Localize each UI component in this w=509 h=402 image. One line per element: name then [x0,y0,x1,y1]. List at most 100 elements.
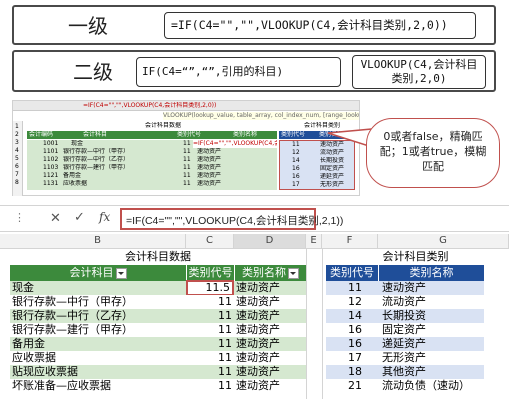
cell: 速动资产 [197,172,222,179]
table-row: 17 无形资产 [280,181,356,189]
account-cell: 现金 [12,281,34,294]
small-title-left: 会计科目数据 [144,122,181,129]
cell: 速动资产 [197,148,222,155]
code-cell: 12 [348,295,362,308]
table-row[interactable]: 16 固定资产 [326,323,484,337]
table-row[interactable]: 12 流动资产 [326,295,484,309]
code-cell: 11 [218,337,232,350]
name-box-dropdown-icon[interactable]: ⋮ [14,211,25,224]
code-cell: 11 [218,351,232,364]
cell: 11 [292,141,300,148]
cell: 1131 [43,180,59,187]
level1-formula: =IF(C4="","",VLOOKUP(C4,会计科目类别,2,0)) [164,12,476,39]
level1-panel: 一级 =IF(C4="","",VLOOKUP(C4,会计科目类别,2,0)) [12,5,496,45]
cell: 无形资产 [320,181,345,188]
cell: 1102 [43,156,59,163]
confirm-icon[interactable]: ✓ [74,210,85,225]
fx-icon[interactable]: fx [99,210,110,224]
row-number: 2 [15,131,19,138]
column-header-g[interactable]: G [378,234,509,249]
cell: 11 [183,140,191,147]
small-header: 类别代号 [281,131,306,138]
column-header-d[interactable]: D [234,234,306,249]
code-cell: 11 [218,365,232,378]
small-body-left: 1001 现金 11 =IF(C4="","",VLOOKUP(C4,会计科目类… [27,140,277,190]
callout-text: 0或者false，精确匹配；1或者true，模糊匹配 [379,130,487,173]
table-row[interactable]: 坏账准备—应收票据 11 速动资产 [10,379,306,393]
name-cell: 速动资产 [236,281,280,294]
account-cell: 银行存款—中行（甲存） [12,295,133,308]
account-cell: 贴现应收票据 [12,365,78,378]
cell: 14 [292,157,300,164]
code-cell: 16 [348,323,362,336]
level1-title: 一级 [68,14,108,38]
table-row[interactable]: 备用金 11 速动资产 [10,337,306,351]
table-row[interactable]: 14 长期投资 [326,309,484,323]
cell: 银行存款—建行（甲存） [63,164,130,171]
column-header-c[interactable]: C [186,234,234,249]
cell-formula: =IF(C4="","",VLOOKUP(C4,会计科目类别,2,0)) [193,140,277,148]
small-tooltip: VLOOKUP(lookup_value, table_array, col_i… [163,112,359,120]
row-number: 4 [15,147,19,154]
account-cell: 备用金 [12,337,45,350]
name-cell: 速动资产 [236,365,280,378]
code-cell: 11 [218,379,232,392]
name-cell: 速动资产 [236,323,280,336]
code-cell: 21 [348,379,362,392]
header-label: 类别名称 [242,266,286,279]
code-cell-selected[interactable]: 11.5 [186,280,234,296]
name-cell: 速动资产 [236,337,280,350]
cell: 速动资产 [197,156,222,163]
cell: 长期投资 [320,157,345,164]
table-row[interactable]: 银行存款—建行（甲存） 11 速动资产 [10,323,306,337]
small-header: 类别代号 [177,131,202,138]
header-label: 会计科目 [69,266,114,279]
table-row[interactable]: 11 速动资产 [326,281,484,295]
name-cell: 流动资产 [382,295,426,308]
name-cell: 递延资产 [382,337,426,350]
header-category-name: 类别名称 [234,265,306,281]
cell: 17 [292,181,300,188]
header-label: 类别代号 [188,266,233,279]
cell: 备用金 [63,172,82,179]
row-number: 7 [15,171,19,178]
filter-dropdown-icon[interactable] [288,267,299,279]
table-row: 16 固定资产 [280,165,356,173]
header-right-code: 类别代号 [326,265,378,281]
table-row[interactable]: 贴现应收票据 11 速动资产 [10,365,306,379]
formula-text: =IF(C4="","",VLOOKUP(C4,会计科目类别,2,1)) [126,215,344,227]
table-row[interactable]: 银行存款—中行（乙存） 11 速动资产 [10,309,306,323]
table-row[interactable]: 21 流动负债（速动） [326,379,484,393]
cell: 12 [292,149,300,156]
sheet-title-right: 会计科目类别 [382,250,449,263]
cell: 速动资产 [197,164,222,171]
name-cell: 无形资产 [382,351,426,364]
small-row-numbers: 1 2 3 4 5 6 7 8 [13,121,23,196]
table-row[interactable]: 17 无形资产 [326,351,484,365]
row-number: 5 [15,155,19,162]
column-header-b[interactable]: B [10,234,186,249]
table-row[interactable]: 应收票据 11 速动资产 [10,351,306,365]
table-row[interactable]: 18 其他资产 [326,365,484,379]
table-row[interactable]: 16 递延资产 [326,337,484,351]
formula-input[interactable]: =IF(C4="","",VLOOKUP(C4,会计科目类别,2,1)) [120,208,343,230]
cancel-icon[interactable]: ✕ [50,211,61,226]
table-row[interactable]: 现金 11.5 速动资产 [10,280,306,296]
row-number: 8 [15,179,19,186]
column-header-e[interactable]: E [306,234,322,249]
cell: 银行存款—中行（甲存） [63,148,130,155]
gridline [322,249,323,399]
cell: 16 [292,173,300,180]
name-cell: 速动资产 [236,309,280,322]
small-fx-text: =IF(C4="","",VLOOKUP(C4,会计科目类别,2,0)) [83,102,217,109]
name-cell: 速动资产 [382,281,426,294]
code-cell: 11 [218,309,232,322]
column-header-f[interactable]: F [322,234,378,249]
row-number: 3 [15,139,19,146]
cell: 银行存款—中行（乙存） [63,156,130,163]
filter-dropdown-icon[interactable] [115,267,127,279]
table-row[interactable]: 银行存款—中行（甲存） 11 速动资产 [10,295,306,309]
small-header: 类别名称 [233,131,258,138]
header-right-name: 类别名称 [378,265,484,281]
table-row: 1001 现金 11 =IF(C4="","",VLOOKUP(C4,会计科目类… [27,140,277,148]
